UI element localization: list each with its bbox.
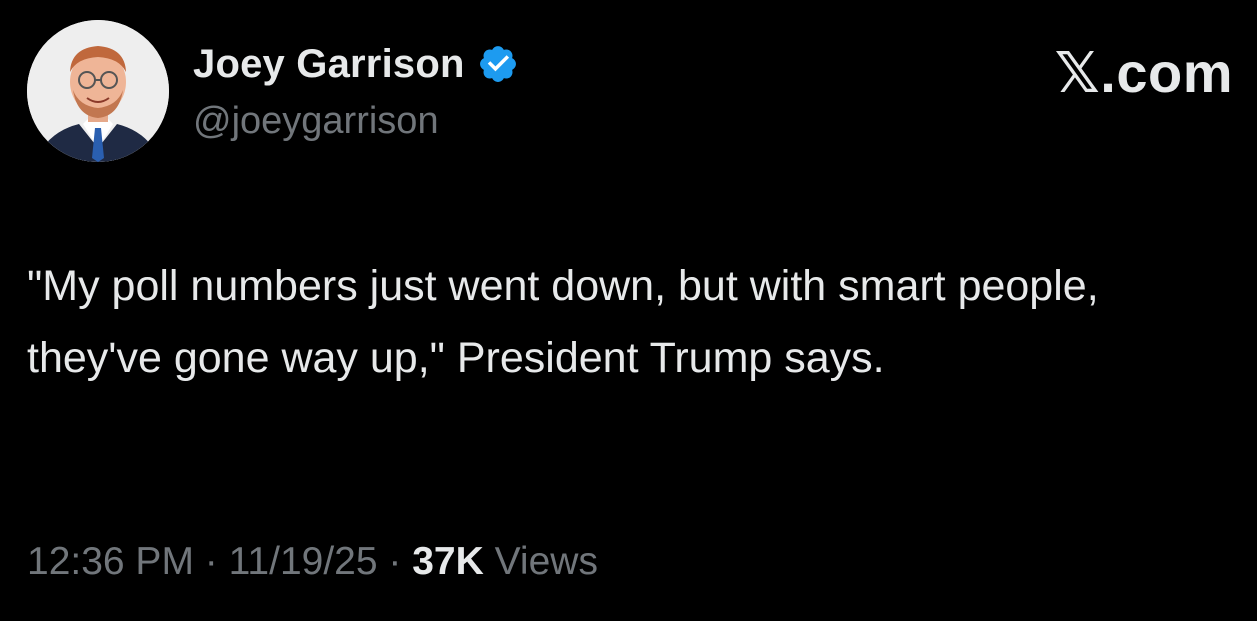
author-handle[interactable]: @joeygarrison xyxy=(193,100,519,143)
meta-separator: · xyxy=(204,540,218,583)
meta-separator: · xyxy=(388,540,402,583)
name-row: Joey Garrison xyxy=(193,38,519,90)
avatar-image xyxy=(27,20,169,162)
author-avatar[interactable] xyxy=(27,20,169,162)
views-count[interactable]: 37K xyxy=(412,540,484,583)
tweet-meta: 12:36 PM · 11/19/25 · 37K Views xyxy=(27,540,598,584)
verified-badge-icon xyxy=(477,43,519,85)
x-logo: 𝕏.com xyxy=(1054,41,1233,104)
tweet-text: "My poll numbers just went down, but wit… xyxy=(27,262,1111,382)
author-block: Joey Garrison @joeygarrison xyxy=(193,38,519,143)
tweet-card: Joey Garrison @joeygarrison 𝕏.com "My po… xyxy=(0,0,1257,621)
tweet-date[interactable]: 11/19/25 xyxy=(229,540,378,583)
author-display-name[interactable]: Joey Garrison xyxy=(193,42,465,87)
views-label: Views xyxy=(494,540,598,583)
tweet-time[interactable]: 12:36 PM xyxy=(27,540,194,583)
